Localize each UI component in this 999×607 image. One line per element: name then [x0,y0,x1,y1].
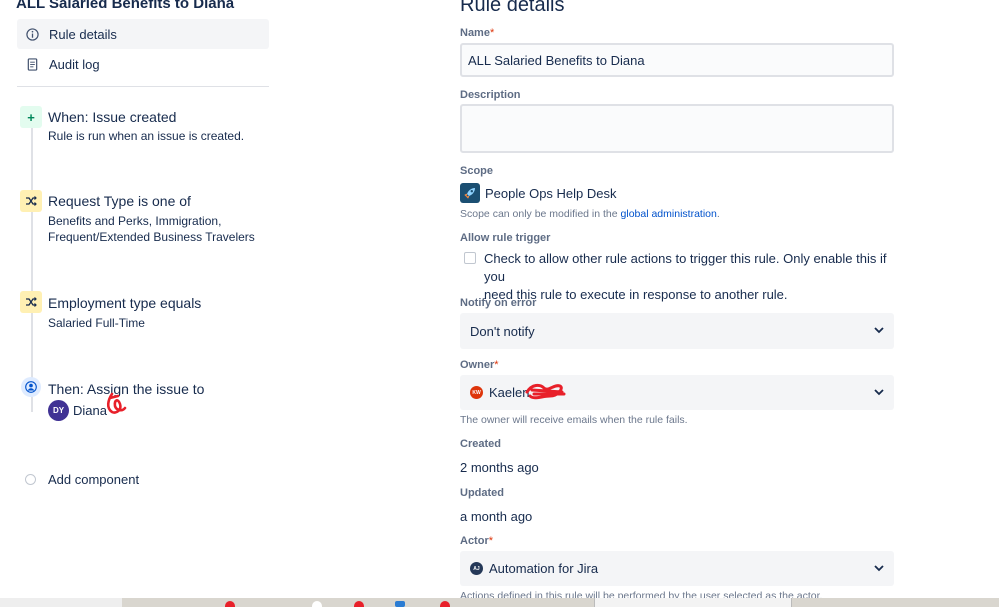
step-title: Employment type equals [48,295,202,311]
notify-on-error-select[interactable]: Don't notify [460,313,894,349]
owner-hint: The owner will receive emails when the r… [460,414,688,426]
required-mark: * [494,359,499,371]
assign-user-icon [21,377,41,397]
chevron-down-icon [874,389,884,396]
step-title: When: Issue created [48,109,177,125]
global-administration-link[interactable]: global administration [621,208,717,220]
app-icon[interactable] [225,601,235,607]
updated-label: Updated [460,487,504,499]
side-nav: Rule details Audit log [17,19,269,79]
app-icon[interactable] [312,601,322,607]
owner-label: Owner* [460,359,499,371]
info-icon [25,27,39,41]
required-mark: * [489,27,495,39]
taskbar [0,598,999,607]
chevron-down-icon [874,565,884,572]
name-field-value: ALL Salaried Benefits to Diana [468,52,645,68]
page-title: Rule details [460,0,565,16]
step-subtitle: Benefits and Perks, Immigration, [48,214,222,228]
step-subtitle: Rule is run when an issue is created. [48,129,245,143]
notify-on-error-label: Notify on error [460,297,537,309]
step-title: Request Type is one of [48,193,191,209]
scope-hint: Scope can only be modified in the global… [460,208,720,220]
shuffle-icon [20,190,42,212]
scope-project-name: People Ops Help Desk [485,185,617,201]
updated-value: a month ago [460,509,533,524]
add-component-label: Add component [48,472,140,487]
created-value: 2 months ago [460,460,539,475]
required-mark: * [488,535,494,547]
owner-value: Kaelen [489,385,530,400]
document-icon [25,57,39,71]
avatar: AJ [470,562,483,575]
rule-title: ALL Salaried Benefits to Diana [16,0,235,12]
description-label: Description [460,89,521,101]
actor-select[interactable]: AJ Automation for Jira [460,551,894,586]
divider [17,86,269,87]
assignee-name: Diana [73,403,107,418]
allow-rule-trigger-text: Check to allow other rule actions to tri… [484,251,887,302]
scope-project: People Ops Help Desk [460,183,617,203]
nav-item-rule-details[interactable]: Rule details [17,19,269,49]
empty-circle-icon [25,474,36,485]
app-icon[interactable] [440,601,450,607]
step-subtitle-line-2: Frequent/Extended Business Travelers [48,230,255,244]
nav-item-label: Audit log [49,56,100,72]
plus-icon: + [20,106,42,128]
nav-item-audit-log[interactable]: Audit log [17,49,269,79]
notify-on-error-value: Don't notify [470,323,535,339]
app-icon[interactable] [395,601,405,607]
shuffle-icon [20,291,42,313]
allow-rule-trigger-row: Check to allow other rule actions to tri… [464,250,894,304]
nav-item-label: Rule details [49,26,117,42]
avatar: KW [470,386,483,399]
actor-label: Actor* [460,535,494,547]
assignee: DY Diana [48,400,107,421]
timeline-line [31,122,33,412]
chevron-down-icon [874,327,884,334]
owner-select[interactable]: KW Kaelen [460,375,894,410]
step-subtitle: Salaried Full-Time [48,316,145,330]
created-label: Created [460,438,501,450]
rocket-icon [460,183,480,203]
name-field[interactable]: ALL Salaried Benefits to Diana [460,43,894,77]
allow-rule-trigger-checkbox[interactable] [464,252,476,264]
description-field[interactable] [460,104,894,153]
actor-value: Automation for Jira [489,561,599,576]
step-title: Then: Assign the issue to [48,381,205,397]
scope-label: Scope [460,165,494,177]
app-icon[interactable] [354,601,364,607]
add-component-button[interactable]: Add component [25,472,139,487]
allow-rule-trigger-label: Allow rule trigger [460,232,551,244]
name-label: Name* [460,27,495,39]
avatar: DY [48,400,69,421]
